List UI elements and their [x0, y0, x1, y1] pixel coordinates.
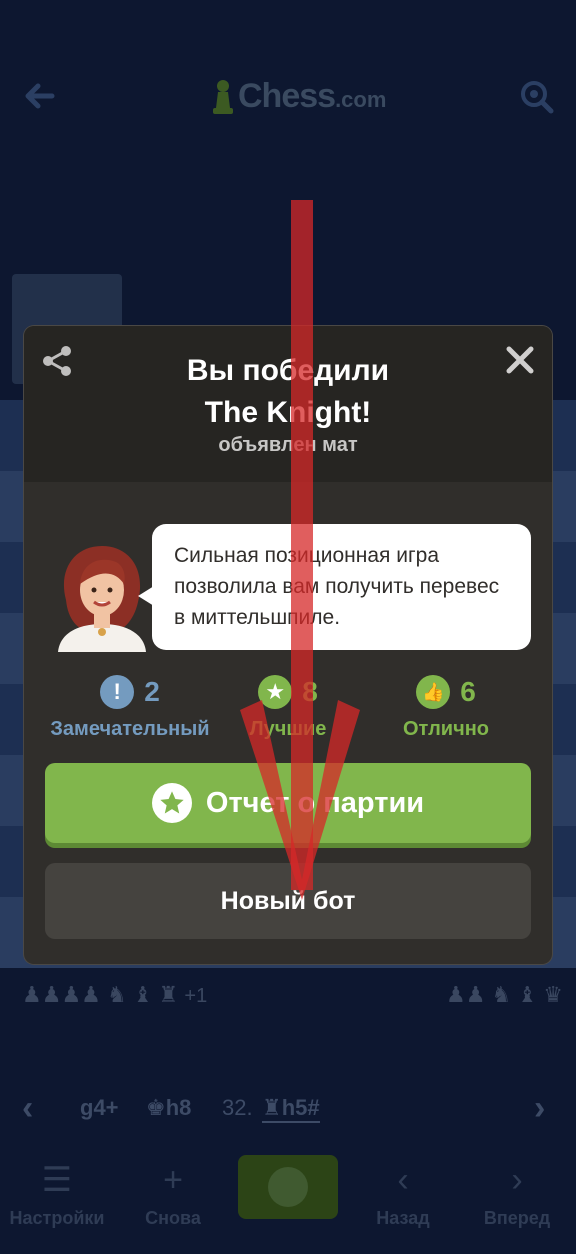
thumbs-up-icon: 👍: [416, 675, 451, 709]
chevron-left-icon: ‹: [397, 1161, 409, 1199]
title-line-2: The Knight!: [204, 396, 372, 429]
move-item[interactable]: g4+: [80, 1095, 119, 1121]
exclamation-icon: !: [100, 675, 135, 709]
stat-brilliant[interactable]: ! 2 Замечательный: [50, 672, 210, 746]
move-number: 32.: [222, 1095, 253, 1120]
forward-move-button[interactable]: › Вперед: [462, 1158, 572, 1229]
stat-excellent[interactable]: 👍 6 Отлично: [366, 672, 526, 746]
back-arrow-icon[interactable]: [22, 78, 58, 114]
rematch-button[interactable]: + Снова: [118, 1158, 228, 1229]
coach-avatar: [58, 546, 146, 652]
top-bar: Chess .com: [0, 60, 576, 140]
back-move-button[interactable]: ‹ Назад: [348, 1158, 458, 1229]
analysis-search-icon[interactable]: [518, 78, 554, 114]
title-line-1: Вы победили: [186, 354, 390, 387]
logo-domain: .com: [335, 87, 387, 112]
captured-pieces-left: ♟♟♟♟ ♞ ♝ ♜ +1: [22, 982, 207, 1008]
settings-button[interactable]: ☰ Настройки: [2, 1158, 112, 1229]
rematch-label: Снова: [145, 1208, 201, 1228]
forward-move-label: Вперед: [483, 1208, 551, 1228]
stat-best[interactable]: ★ 8 Лучшие: [208, 672, 368, 746]
star-icon: [151, 783, 192, 823]
pawn-logo-icon: [213, 80, 233, 114]
captured-left-pieces: ♟♟♟♟ ♞ ♝ ♜: [22, 982, 179, 1007]
move-next-chevron-icon[interactable]: ›: [534, 1089, 545, 1128]
stat-count: 6: [460, 676, 476, 707]
back-move-label: Назад: [376, 1208, 430, 1228]
game-review-label: Отчет о партии: [205, 786, 425, 819]
close-icon[interactable]: [504, 344, 536, 376]
game-over-modal: Вы победили The Knight! объявлен мат Сил…: [24, 326, 552, 964]
stat-count: 2: [144, 676, 160, 707]
settings-label: Настройки: [9, 1208, 105, 1228]
material-advantage: +1: [184, 985, 208, 1007]
stat-count: 8: [302, 676, 318, 707]
coach-speech-bubble: Сильная позиционная игра позволила вам п…: [138, 524, 531, 650]
chevron-right-icon: ›: [511, 1161, 523, 1199]
star-icon: [268, 1167, 308, 1207]
game-review-button[interactable]: Отчет о партии: [45, 763, 531, 843]
modal-title: Вы победили The Knight!: [24, 350, 552, 434]
star-icon: ★: [258, 675, 293, 709]
chess-com-logo: Chess .com: [212, 74, 386, 118]
move-item-current[interactable]: ♜h5#: [262, 1095, 320, 1123]
move-item[interactable]: ♚h8: [146, 1095, 191, 1121]
logo-word: Chess: [238, 76, 336, 115]
modal-header: Вы победили The Knight! объявлен мат: [24, 326, 552, 482]
move-prev-chevron-icon[interactable]: ‹: [22, 1089, 33, 1128]
plus-icon: +: [163, 1161, 183, 1199]
stat-label: Замечательный: [50, 718, 210, 740]
game-review-toolbar-button[interactable]: [238, 1155, 338, 1219]
move-list: ‹ g4+ ♚h8 32. ♜h5# ›: [0, 1085, 576, 1135]
result-reason: объявлен мат: [218, 434, 358, 456]
captured-pieces-right: ♟♟ ♞ ♝ ♛: [446, 982, 563, 1007]
new-bot-label: Новый бот: [220, 886, 356, 915]
stat-label: Лучшие: [249, 718, 327, 740]
coach-message: Сильная позиционная игра позволила вам п…: [174, 544, 500, 629]
new-bot-button[interactable]: Новый бот: [45, 863, 531, 939]
menu-list-icon: ☰: [41, 1161, 73, 1199]
stat-label: Отлично: [403, 718, 489, 740]
